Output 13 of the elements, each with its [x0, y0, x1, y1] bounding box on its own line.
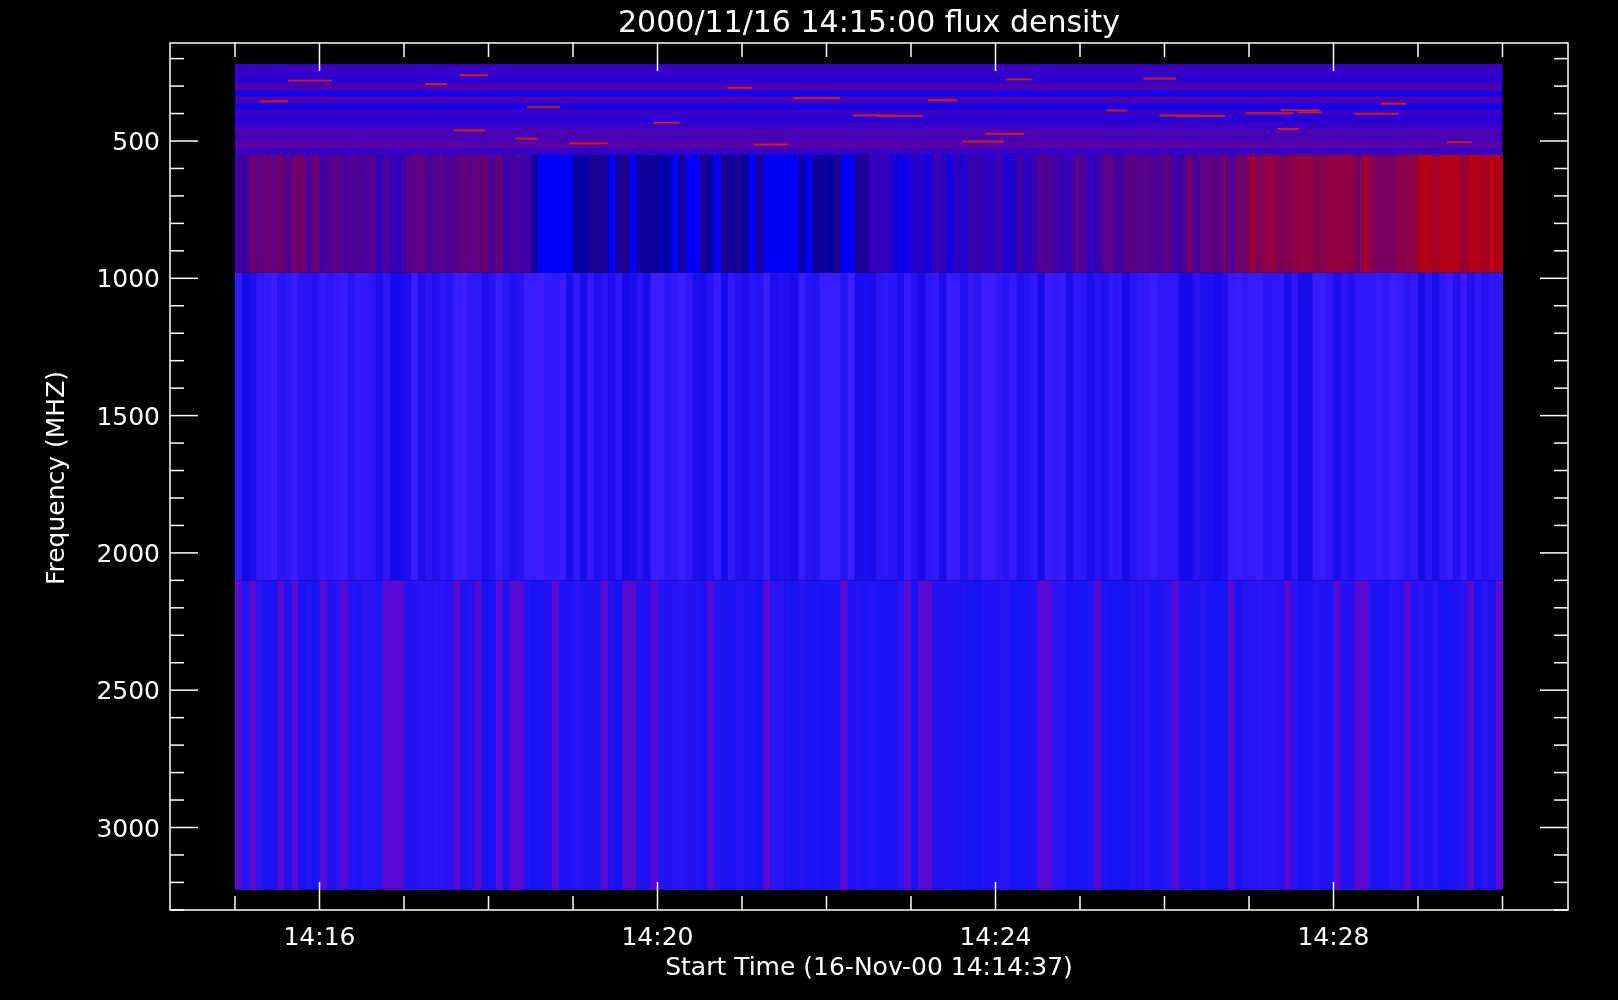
- y-axis-label: Frequency (MHZ): [41, 370, 70, 586]
- x-tick-label: 14:28: [1297, 922, 1370, 951]
- y-tick-label: 3000: [96, 813, 160, 843]
- y-tick-label: 2000: [96, 538, 160, 568]
- plot-title: 2000/11/16 14:15:00 flux density: [618, 4, 1120, 39]
- y-tick-label: 1500: [96, 401, 160, 431]
- x-tick-label: 14:16: [283, 922, 356, 951]
- x-tick-label: 14:24: [959, 922, 1032, 951]
- x-tick-label: 14:20: [621, 922, 694, 951]
- x-axis-label: Start Time (16-Nov-00 14:14:37): [665, 952, 1073, 981]
- y-tick-label: 500: [112, 127, 160, 156]
- y-tick-label: 2500: [96, 676, 160, 706]
- y-tick-label: 1000: [96, 264, 160, 294]
